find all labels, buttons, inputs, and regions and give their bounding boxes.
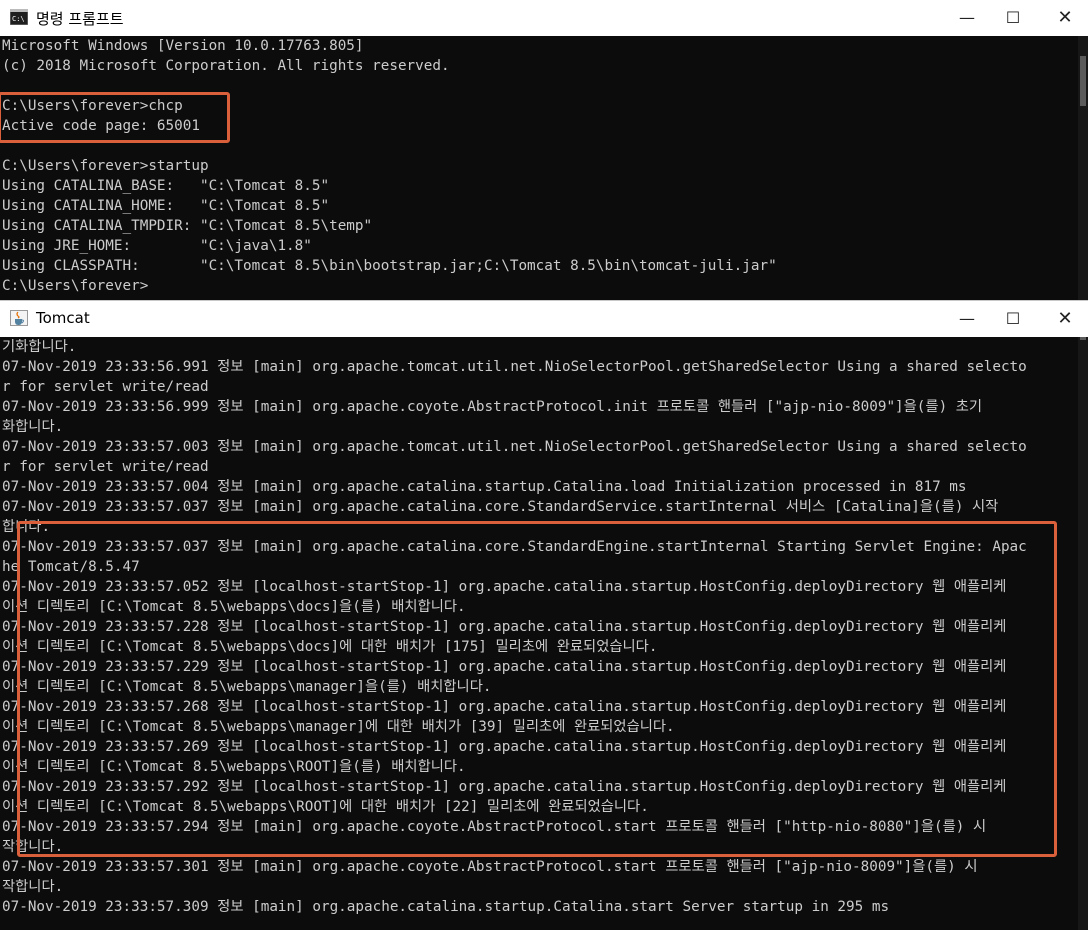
tomcat-minimize-button[interactable]: —	[944, 301, 990, 337]
console-line: 07-Nov-2019 23:33:57.268 정보 [localhost-s…	[2, 699, 1007, 715]
tomcat-titlebar[interactable]: Tomcat — ☐ ✕	[0, 300, 1088, 337]
tomcat-scrollbar[interactable]	[1078, 337, 1088, 930]
cmd-console-output[interactable]: Microsoft Windows [Version 10.0.17763.80…	[0, 36, 1078, 300]
tomcat-close-button[interactable]: ✕	[1042, 301, 1088, 337]
console-line: (c) 2018 Microsoft Corporation. All righ…	[2, 58, 450, 74]
console-line: 기화합니다.	[2, 339, 77, 355]
console-line: 07-Nov-2019 23:33:57.228 정보 [localhost-s…	[2, 619, 1007, 635]
console-line: 07-Nov-2019 23:33:56.991 정보 [main] org.a…	[2, 359, 1027, 375]
console-line: 화합니다.	[2, 419, 64, 435]
cmd-maximize-button[interactable]: ☐	[990, 0, 1036, 36]
tomcat-maximize-button[interactable]: ☐	[990, 301, 1036, 337]
console-line: 작합니다.	[2, 839, 64, 855]
console-line: 07-Nov-2019 23:33:56.999 정보 [main] org.a…	[2, 399, 983, 415]
console-line: 07-Nov-2019 23:33:57.301 정보 [main] org.a…	[2, 859, 978, 875]
console-line: 07-Nov-2019 23:33:57.003 정보 [main] org.a…	[2, 439, 1027, 455]
console-line: 07-Nov-2019 23:33:57.292 정보 [localhost-s…	[2, 779, 1007, 795]
svg-text:C:\: C:\	[12, 15, 25, 23]
cmd-close-button[interactable]: ✕	[1042, 0, 1088, 36]
cmd-scrollbar[interactable]	[1078, 36, 1088, 300]
console-line: 07-Nov-2019 23:33:57.052 정보 [localhost-s…	[2, 579, 1007, 595]
console-line: Using JRE_HOME: "C:\java\1.8"	[2, 238, 312, 254]
console-line: 07-Nov-2019 23:33:57.294 정보 [main] org.a…	[2, 819, 987, 835]
console-line: 이션 디렉토리 [C:\Tomcat 8.5\webapps\ROOT]을(를)…	[2, 759, 466, 775]
console-line: 07-Nov-2019 23:33:57.229 정보 [localhost-s…	[2, 659, 1007, 675]
console-line: 합니다.	[2, 519, 51, 535]
console-line: 07-Nov-2019 23:33:57.037 정보 [main] org.a…	[2, 539, 1027, 555]
console-line: Using CATALINA_TMPDIR: "C:\Tomcat 8.5\te…	[2, 218, 373, 234]
console-line: 작합니다.	[2, 879, 64, 895]
console-line: Microsoft Windows [Version 10.0.17763.80…	[2, 38, 364, 54]
console-line: 07-Nov-2019 23:33:57.269 정보 [localhost-s…	[2, 739, 1007, 755]
console-line: 이션 디렉토리 [C:\Tomcat 8.5\webapps\docs]을(를)…	[2, 599, 466, 615]
console-line: C:\Users\forever>startup	[2, 158, 209, 174]
java-cup-icon	[10, 310, 28, 326]
console-line: r for servlet write/read	[2, 459, 209, 475]
console-line: Using CATALINA_HOME: "C:\Tomcat 8.5"	[2, 198, 330, 214]
cmd-scroll-thumb[interactable]	[1080, 56, 1086, 106]
console-line: C:\Users\forever>	[2, 278, 149, 294]
console-line: r for servlet write/read	[2, 379, 209, 395]
console-line: 이션 디렉토리 [C:\Tomcat 8.5\webapps\manager]에…	[2, 719, 675, 735]
cmd-window: C:\ 명령 프롬프트 — ☐ ✕ Microsoft Windows [Ver…	[0, 0, 1088, 300]
console-line: 07-Nov-2019 23:33:57.004 정보 [main] org.a…	[2, 479, 967, 495]
cmd-app-icon: C:\	[10, 9, 28, 25]
console-line: 이션 디렉토리 [C:\Tomcat 8.5\webapps\ROOT]에 대한…	[2, 799, 649, 815]
console-line: C:\Users\forever>chcp	[2, 98, 183, 114]
tomcat-window: Tomcat — ☐ ✕ 기화합니다. 07-Nov-2019 23:33:56.…	[0, 300, 1088, 930]
console-line: he Tomcat/8.5.47	[2, 559, 140, 575]
cmd-minimize-button[interactable]: —	[944, 0, 990, 36]
console-line: 07-Nov-2019 23:33:57.037 정보 [main] org.a…	[2, 499, 999, 515]
console-line: Using CLASSPATH: "C:\Tomcat 8.5\bin\boot…	[2, 258, 777, 274]
console-line: Active code page: 65001	[2, 118, 200, 134]
tomcat-scroll-thumb[interactable]	[1080, 337, 1086, 340]
cmd-titlebar[interactable]: C:\ 명령 프롬프트 — ☐ ✕	[0, 0, 1088, 36]
console-line: 07-Nov-2019 23:33:57.309 정보 [main] org.a…	[2, 899, 890, 915]
console-line: 이션 디렉토리 [C:\Tomcat 8.5\webapps\manager]을…	[2, 679, 492, 695]
cmd-title: 명령 프롬프트	[36, 10, 124, 28]
console-line: 이션 디렉토리 [C:\Tomcat 8.5\webapps\docs]에 대한…	[2, 639, 658, 655]
tomcat-title: Tomcat	[36, 309, 90, 327]
tomcat-console-output[interactable]: 기화합니다. 07-Nov-2019 23:33:56.991 정보 [main]…	[0, 337, 1078, 930]
console-line: Using CATALINA_BASE: "C:\Tomcat 8.5"	[2, 178, 330, 194]
